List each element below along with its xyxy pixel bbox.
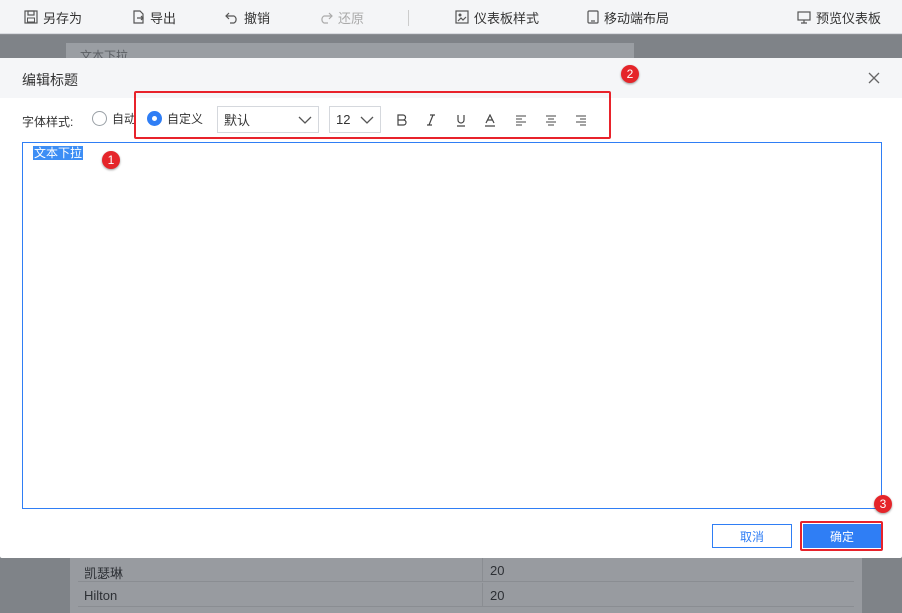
dialog-title: 编辑标题 bbox=[22, 72, 78, 88]
mobile-layout-button[interactable]: 移动端布局 bbox=[587, 0, 669, 34]
undo-label: 撤销 bbox=[244, 10, 271, 26]
preview-dashboard-label: 预览仪表板 bbox=[816, 10, 882, 26]
title-editor[interactable]: 文本下拉 bbox=[22, 142, 882, 509]
redo-label: 还原 bbox=[338, 10, 365, 26]
preview-dashboard-button[interactable]: 预览仪表板 bbox=[797, 0, 881, 34]
toolbar-divider bbox=[408, 10, 409, 26]
monitor-icon bbox=[797, 11, 811, 24]
radio-auto[interactable]: 自动 bbox=[92, 110, 136, 127]
export-label: 导出 bbox=[150, 10, 177, 26]
radio-auto-label: 自动 bbox=[112, 112, 137, 126]
top-toolbar: 另存为 导出 撤销 还原 仪表板样式 移动端布局 预览仪表板 bbox=[0, 0, 902, 34]
toolbar-highlight-box bbox=[134, 91, 611, 139]
close-icon[interactable] bbox=[866, 70, 882, 86]
redo-button[interactable]: 还原 bbox=[319, 0, 364, 34]
table-cell-name: Hilton bbox=[84, 588, 118, 603]
save-icon bbox=[24, 10, 38, 24]
table-row: Hilton 20 bbox=[78, 583, 854, 607]
export-button[interactable]: 导出 bbox=[131, 0, 176, 34]
save-as-button[interactable]: 另存为 bbox=[24, 0, 82, 34]
export-icon bbox=[133, 10, 144, 24]
dashboard-style-button[interactable]: 仪表板样式 bbox=[455, 0, 539, 34]
annotation-badge-1: 1 bbox=[102, 151, 120, 169]
table-cell-value: 20 bbox=[490, 563, 505, 578]
table-cell-name: 凯瑟琳 bbox=[84, 566, 124, 581]
column-divider bbox=[482, 558, 483, 582]
mobile-icon bbox=[587, 10, 599, 24]
mobile-layout-label: 移动端布局 bbox=[604, 10, 670, 26]
cancel-button[interactable]: 取消 bbox=[712, 524, 792, 548]
editor-selected-text[interactable]: 文本下拉 bbox=[33, 146, 84, 160]
undo-button[interactable]: 撤销 bbox=[225, 0, 270, 34]
undo-icon bbox=[225, 12, 237, 24]
dashboard-style-icon bbox=[455, 10, 469, 24]
table-row: 凯瑟琳 20 bbox=[78, 558, 854, 582]
redo-icon bbox=[321, 12, 333, 24]
table-cell-value: 20 bbox=[490, 588, 505, 603]
dashboard-style-label: 仪表板样式 bbox=[474, 10, 540, 26]
font-style-label: 字体样式: bbox=[22, 115, 74, 129]
save-as-label: 另存为 bbox=[43, 10, 83, 26]
annotation-badge-3: 3 bbox=[874, 495, 892, 513]
ok-highlight-box bbox=[800, 521, 883, 551]
column-divider bbox=[482, 583, 483, 607]
radio-circle bbox=[92, 111, 107, 126]
annotation-badge-2: 2 bbox=[621, 65, 639, 83]
